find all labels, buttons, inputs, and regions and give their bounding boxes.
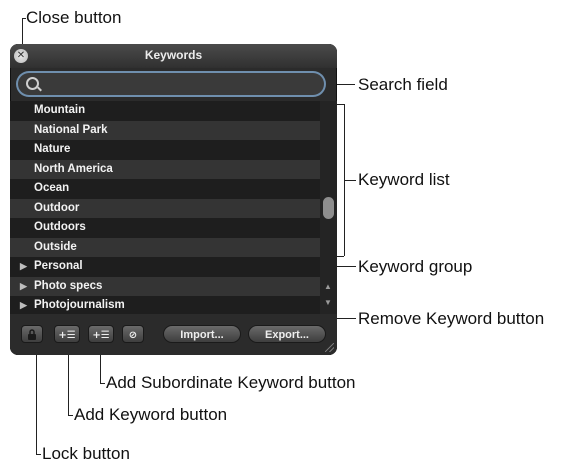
keyword-row[interactable]: Ocean: [10, 179, 320, 199]
keyword-row[interactable]: Outdoors: [10, 218, 320, 238]
keyword-list[interactable]: Mountain National Park Nature North America…: [10, 101, 320, 314]
keyword-row[interactable]: North America: [10, 159, 320, 179]
disclosure-triangle-icon[interactable]: ▶: [20, 257, 27, 277]
keyword-label: Photojournalism: [34, 299, 125, 311]
add-keyword-icon: +☰: [58, 330, 76, 341]
callout-close-line-h: [22, 18, 26, 19]
callout-addkeyword-line-h: [68, 415, 73, 416]
callout-add-keyword: Add Keyword button: [74, 405, 228, 424]
callout-lock-button: Lock button: [42, 444, 130, 463]
keyword-row[interactable]: Outdoor: [10, 198, 320, 218]
title-bar[interactable]: ✕ Keywords: [10, 44, 337, 68]
export-button-label: Export...: [264, 329, 309, 341]
import-button[interactable]: Import...: [163, 325, 241, 343]
disclosure-triangle-icon[interactable]: ▶: [20, 277, 27, 297]
keyword-label: Ocean: [34, 182, 70, 194]
keyword-group-row[interactable]: ▶ Photojournalism: [10, 296, 320, 314]
callout-lock-line-v: [36, 346, 37, 455]
window-title: Keywords: [144, 48, 203, 62]
keyword-label: National Park: [34, 123, 108, 136]
keyword-group-row[interactable]: ▶ Personal: [10, 257, 320, 277]
bottom-toolbar: +☰ +☰ ⊘ Import... Export...: [10, 314, 337, 355]
keyword-label: Personal: [34, 260, 83, 272]
keyword-label: Outside: [34, 240, 77, 253]
keyword-label: Nature: [34, 143, 71, 155]
scroll-up-arrow-icon[interactable]: ▲: [324, 282, 332, 291]
callout-search-field: Search field: [358, 75, 448, 94]
keywords-hud-window: ✕ Keywords Mountain National Park Nature No…: [10, 44, 337, 355]
callout-lock-line-h: [36, 454, 41, 455]
resize-grip-icon[interactable]: [325, 343, 334, 352]
remove-keyword-button[interactable]: ⊘: [122, 325, 144, 343]
keyword-row[interactable]: Nature: [10, 140, 320, 160]
lock-button[interactable]: [21, 325, 43, 343]
callout-addkeyword-line-v: [68, 346, 69, 416]
search-icon: [26, 77, 39, 90]
callout-remove-keyword: Remove Keyword button: [358, 309, 545, 328]
callout-subordinate-line-h: [100, 383, 105, 384]
callout-add-subordinate: Add Subordinate Keyword button: [106, 373, 356, 392]
keyword-label: North America: [34, 162, 113, 175]
search-input[interactable]: [42, 75, 316, 95]
export-button[interactable]: Export...: [248, 325, 326, 343]
keyword-label: Outdoor: [34, 201, 80, 214]
callout-list-line: [344, 180, 356, 181]
keyword-row[interactable]: Outside: [10, 237, 320, 257]
scroll-down-arrow-icon[interactable]: ▼: [324, 298, 332, 307]
add-subordinate-keyword-icon: +☰: [92, 330, 110, 341]
add-subordinate-keyword-button[interactable]: +☰: [88, 325, 114, 343]
keyword-label: Photo specs: [34, 279, 103, 292]
callout-keyword-group: Keyword group: [358, 257, 473, 276]
search-field[interactable]: [18, 73, 324, 95]
scrollbar[interactable]: ▲ ▼: [320, 101, 337, 314]
keyword-row[interactable]: Mountain: [10, 101, 320, 121]
keyword-row[interactable]: National Park: [10, 120, 320, 140]
scrollbar-thumb[interactable]: [323, 197, 334, 219]
keyword-label: Mountain: [34, 104, 86, 116]
callout-keyword-list: Keyword list: [358, 170, 450, 189]
callout-close-button: Close button: [26, 8, 122, 27]
remove-keyword-icon: ⊘: [128, 330, 138, 341]
import-button-label: Import...: [180, 329, 224, 341]
keyword-label: Outdoors: [34, 221, 86, 233]
lock-icon: [28, 329, 36, 340]
keyword-group-row[interactable]: ▶ Photo specs: [10, 276, 320, 297]
add-keyword-button[interactable]: +☰: [54, 325, 80, 343]
disclosure-triangle-icon[interactable]: ▶: [20, 296, 27, 314]
